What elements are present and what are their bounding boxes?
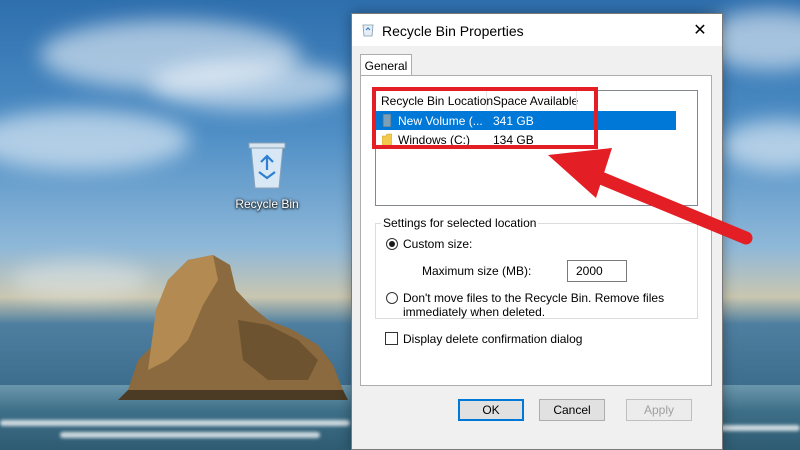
cancel-button[interactable]: Cancel [539,399,605,421]
max-size-label: Maximum size (MB): [422,264,532,278]
recycle-bin-icon [248,142,286,189]
ok-button[interactable]: OK [458,399,524,421]
close-icon: ✕ [693,22,707,39]
max-size-input[interactable] [567,260,627,282]
dont-move-label-line1: Don't move files to the Recycle Bin. Rem… [403,291,665,305]
tab-general[interactable]: General [360,54,412,76]
settings-group-legend: Settings for selected location [381,216,539,230]
recycle-bin-small-icon [362,24,374,37]
recycle-bin-desktop-icon[interactable]: Recycle Bin [228,140,306,211]
dialog-title: Recycle Bin Properties [382,23,524,39]
custom-size-label: Custom size: [403,237,473,251]
recycle-bin-desktop-label: Recycle Bin [235,197,299,211]
rock-formation [118,255,348,400]
confirm-delete-label: Display delete confirmation dialog [403,332,583,346]
confirm-delete-checkbox[interactable] [385,332,398,345]
dont-move-files-radio[interactable] [386,292,398,304]
dont-move-label-line2: immediately when deleted. [403,305,546,319]
apply-button[interactable]: Apply [626,399,692,421]
annotation-highlight-box [372,87,598,149]
title-bar[interactable]: Recycle Bin Properties ✕ [352,14,722,46]
custom-size-radio[interactable] [386,238,398,250]
close-button[interactable]: ✕ [678,14,722,46]
recycle-bin-properties-dialog: Recycle Bin Properties ✕ General Recycle… [351,13,723,450]
settings-group: Settings for selected location Custom si… [375,216,698,319]
